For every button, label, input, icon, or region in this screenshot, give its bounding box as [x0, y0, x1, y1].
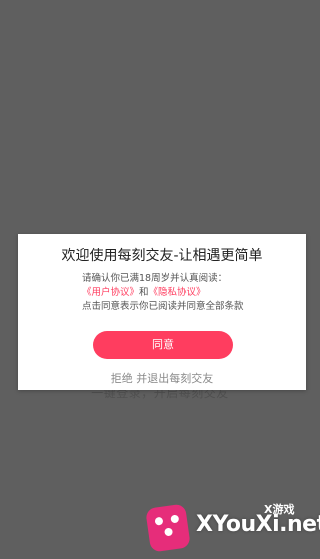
- reject-and-exit-link[interactable]: 拒绝 并退出每刻交友: [18, 370, 306, 386]
- privacy-consent-dialog: 欢迎使用每刻交友-让相遇更简单 请确认你已满18周岁并认真阅读： 《用户协议》和…: [18, 234, 306, 390]
- site-watermark: X游戏 XYouXi.net: [145, 498, 320, 559]
- dialog-body: 请确认你已满18周岁并认真阅读： 《用户协议》和《隐私协议》 点击同意表示你已阅…: [82, 272, 244, 314]
- watermark-brand: XYouXi.net: [196, 512, 320, 537]
- age-confirm-text: 请确认你已满18周岁并认真阅读：: [82, 273, 228, 284]
- gamepad-logo-icon: [145, 503, 191, 553]
- user-agreement-link[interactable]: 《用户协议》: [82, 287, 139, 298]
- dialog-title: 欢迎使用每刻交友-让相遇更简单: [61, 248, 263, 264]
- agreement-links-line: 《用户协议》和《隐私协议》: [82, 286, 244, 300]
- privacy-agreement-link[interactable]: 《隐私协议》: [149, 287, 206, 298]
- agree-button[interactable]: 同意: [93, 331, 233, 359]
- consent-note-text: 点击同意表示你已阅读并同意全部条款: [82, 301, 244, 312]
- and-text: 和: [139, 287, 149, 298]
